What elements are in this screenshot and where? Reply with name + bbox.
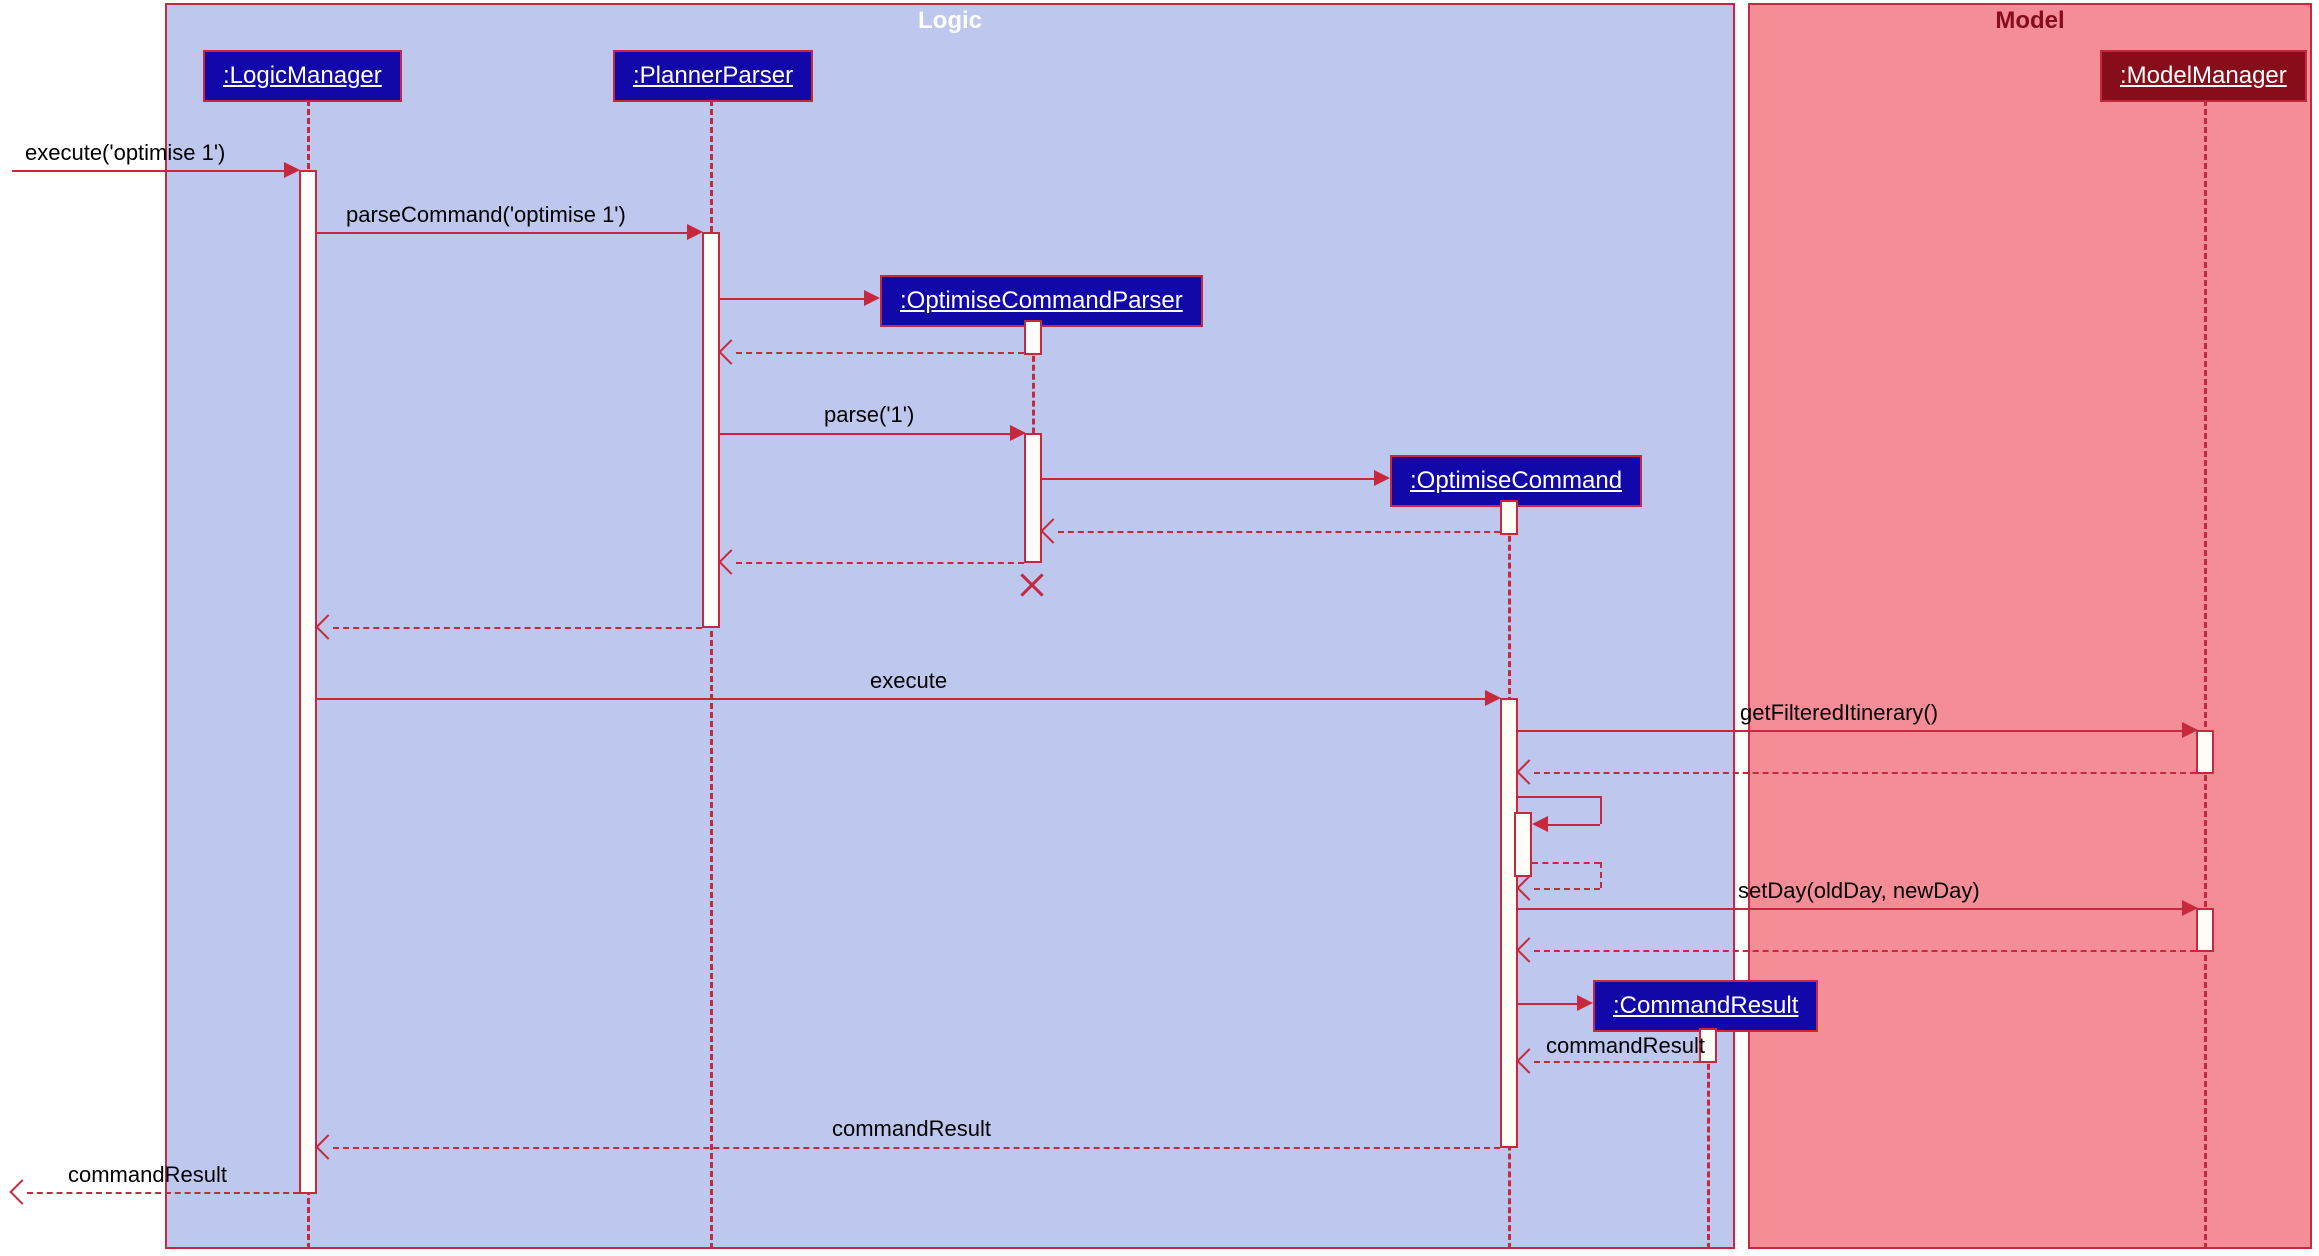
activation-model-manager-1: [2196, 730, 2214, 774]
msg-cmdresult-2: commandResult: [832, 1116, 991, 1142]
openarrow-cmdresult-out: [9, 1179, 34, 1204]
participant-planner-parser: :PlannerParser: [613, 50, 813, 102]
selfloop-ret-top: [1532, 862, 1600, 864]
arrowhead-parse: [1010, 425, 1026, 441]
arrowhead-execute: [1485, 690, 1501, 706]
msg-parse-command: parseCommand('optimise 1'): [346, 202, 626, 228]
msg-execute-in: execute('optimise 1'): [25, 140, 225, 166]
arrowhead-parse-command: [687, 224, 703, 240]
selfloop-out-right: [1600, 796, 1602, 824]
arrowhead-create-oc: [1374, 470, 1390, 486]
msg-cmdresult-out: commandResult: [68, 1162, 227, 1188]
activation-opt-command-2: [1500, 698, 1518, 1148]
participant-model-manager: :ModelManager: [2100, 50, 2307, 102]
arrow-cmdresult-2: [333, 1147, 1500, 1149]
activation-opt-command-self: [1514, 812, 1532, 877]
activation-opt-command-1: [1500, 500, 1518, 535]
msg-execute: execute: [870, 668, 947, 694]
selfloop-ret-right: [1600, 862, 1602, 888]
sequence-diagram: Logic Model :LogicManager :PlannerParser…: [0, 0, 2319, 1256]
arrowhead-set-day: [2182, 900, 2198, 916]
arrow-execute-in: [12, 170, 284, 172]
arrow-ret-ocp1: [736, 352, 1024, 354]
lifeline-model-manager: [2204, 100, 2207, 1249]
arrow-ret-pp: [333, 627, 702, 629]
arrowhead-selfloop-in: [1532, 816, 1548, 832]
activation-planner-parser: [702, 232, 720, 628]
selfloop-out-top: [1518, 796, 1600, 798]
container-model: Model: [1748, 3, 2312, 1249]
msg-cmdresult-1: commandResult: [1546, 1033, 1705, 1059]
activation-opt-cmd-parser-2: [1024, 433, 1042, 563]
selfloop-ret-bottom: [1534, 888, 1600, 890]
activation-model-manager-2: [2196, 908, 2214, 952]
arrow-ret-get-filtered: [1534, 772, 2196, 774]
arrow-create-ocp: [720, 298, 864, 300]
participant-command-result: :CommandResult: [1593, 980, 1818, 1032]
arrow-create-oc: [1042, 478, 1374, 480]
arrow-ret-set-day: [1534, 950, 2196, 952]
arrow-create-cr: [1518, 1003, 1577, 1005]
arrow-parse-command: [317, 232, 687, 234]
participant-logic-manager: :LogicManager: [203, 50, 402, 102]
arrow-get-filtered: [1518, 730, 2182, 732]
arrow-cmdresult-out: [27, 1192, 299, 1194]
arrow-parse: [720, 433, 1010, 435]
msg-set-day: setDay(oldDay, newDay): [1738, 878, 1980, 904]
activation-opt-cmd-parser-1: [1024, 320, 1042, 355]
arrowhead-create-ocp: [864, 290, 880, 306]
arrowhead-create-cr: [1577, 995, 1593, 1011]
destroy-opt-cmd-parser: [1017, 570, 1047, 600]
msg-parse: parse('1'): [824, 402, 914, 428]
arrow-ret-oc1: [1058, 531, 1500, 533]
arrowhead-execute-in: [284, 162, 300, 178]
arrow-cmdresult-1: [1534, 1061, 1699, 1063]
arrow-execute: [317, 698, 1485, 700]
arrowhead-get-filtered: [2182, 722, 2198, 738]
msg-get-filtered: getFilteredItinerary(): [1740, 700, 1938, 726]
arrow-set-day: [1518, 908, 2182, 910]
activation-logic-manager: [299, 170, 317, 1194]
container-model-label: Model: [1995, 5, 2064, 41]
container-logic-label: Logic: [918, 5, 982, 41]
arrow-ret-ocp2: [736, 562, 1024, 564]
selfloop-out-bottom: [1544, 824, 1600, 826]
